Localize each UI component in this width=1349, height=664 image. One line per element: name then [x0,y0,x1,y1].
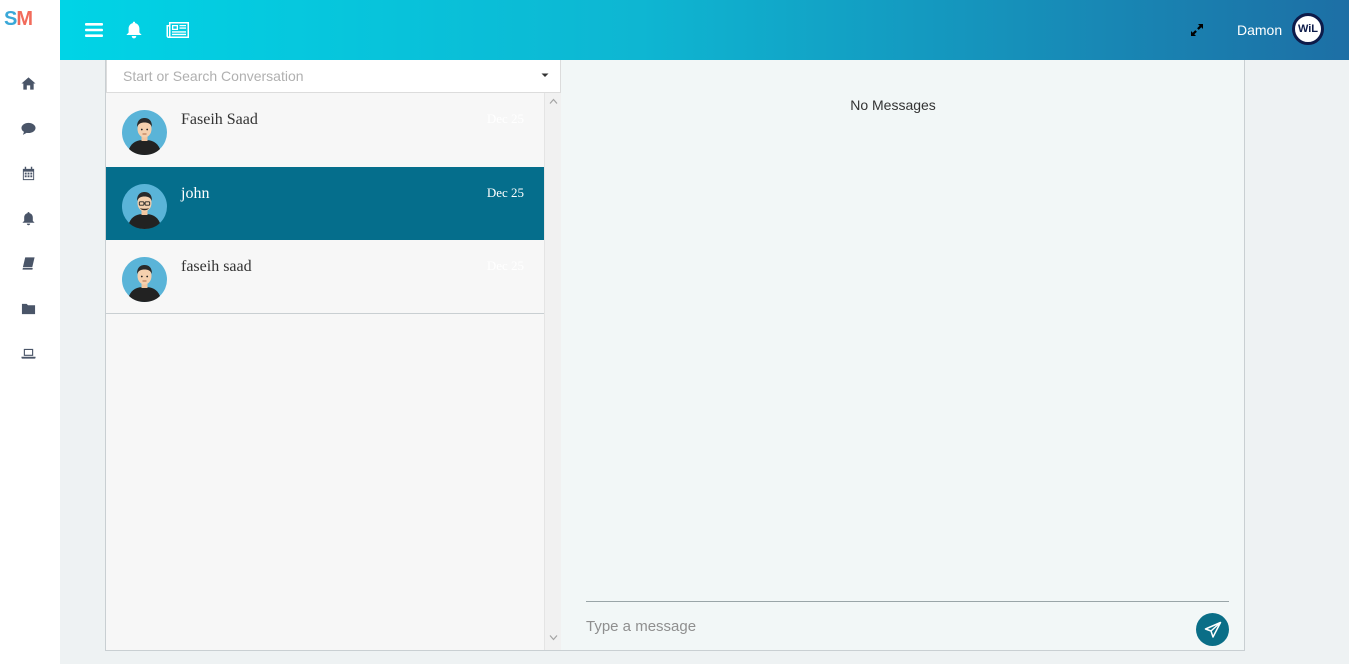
left-sidebar: SM [0,0,60,664]
scroll-up-arrow-icon[interactable] [549,97,558,106]
home-icon [20,76,36,90]
conversation-scrollbar[interactable] [544,93,561,650]
fullscreen-button[interactable] [1187,20,1207,40]
user-avatar[interactable]: WiL [1292,13,1324,45]
hamburger-icon [85,23,103,37]
conversation-name: faseih saad [181,258,252,275]
bell-icon [126,21,142,39]
logo-text: SM [4,8,33,30]
avatar-initials: WiL [1297,23,1319,35]
sidebar-item-notifications[interactable] [18,208,38,228]
paper-plane-icon [1204,621,1221,638]
chat-icon [20,122,36,135]
sidebar-item-chat[interactable] [18,118,38,138]
conversation-item-active[interactable]: john Dec 25 [106,167,544,240]
conversation-list: Faseih Saad Dec 25 john Dec 25 faseih sa… [106,93,544,314]
conversation-search-input[interactable] [107,60,527,92]
sidebar-item-files[interactable] [18,298,38,318]
chevron-down-icon[interactable] [540,70,550,80]
book-icon [22,256,35,270]
app-logo[interactable]: SM [0,0,60,60]
conversation-date: Dec 25 [486,111,524,126]
notifications-button[interactable] [122,18,146,42]
conversation-date: Dec 25 [486,185,524,200]
news-button[interactable] [166,18,190,42]
calendar-icon [22,166,34,180]
user-avatar-icon [122,257,167,302]
sidebar-item-calendar[interactable] [18,163,38,183]
menu-toggle-button[interactable] [82,18,106,42]
conversation-panel: Faseih Saad Dec 25 john Dec 25 [105,60,561,651]
user-name[interactable]: Damon [1237,22,1282,38]
laptop-icon [20,348,36,359]
newspaper-icon [166,22,189,38]
message-input-divider [586,601,1229,602]
conversation-date: Dec 25 [486,258,524,273]
user-avatar-icon [122,184,167,229]
sidebar-item-devices[interactable] [18,343,38,363]
conversation-item[interactable]: faseih saad Dec 25 [106,240,544,313]
conversation-name: Faseih Saad [181,111,258,128]
conversation-item[interactable]: Faseih Saad Dec 25 [106,93,544,166]
top-bar: Damon WiL [60,0,1349,60]
scroll-down-arrow-icon[interactable] [549,633,558,642]
sidebar-item-home[interactable] [18,73,38,93]
empty-messages-text: No Messages [850,97,936,113]
bell-icon [21,211,35,225]
folder-icon [21,303,35,314]
message-input[interactable] [586,612,1186,640]
expand-icon [1191,24,1203,36]
conversation-name: john [181,185,210,202]
message-panel: No Messages [561,60,1245,651]
user-avatar-icon [122,110,167,155]
conversation-search [106,60,561,93]
send-message-button[interactable] [1196,613,1229,646]
sidebar-item-courses[interactable] [18,253,38,273]
